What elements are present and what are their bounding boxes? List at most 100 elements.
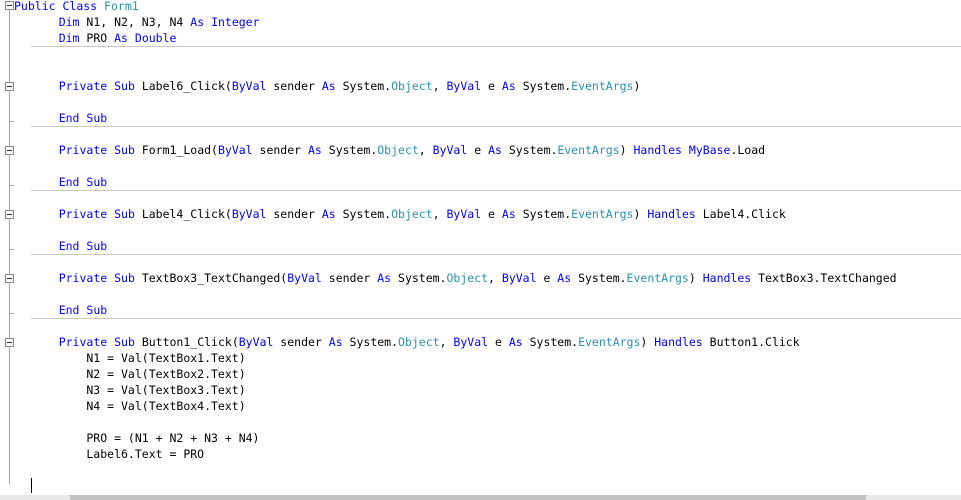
code-line-assign-n2[interactable]: N2 = Val(TextBox2.Text) (31, 366, 245, 382)
code-line-assign-pro[interactable]: PRO = (N1 + N2 + N3 + N4) (31, 430, 259, 446)
code-editor[interactable]: Public Class Form1 Dim N1, N2, N3, N4 As… (0, 0, 961, 500)
outline-rail (9, 8, 10, 484)
code-text: Label4_Click( (134, 207, 232, 221)
keyword: As (557, 271, 572, 285)
code-line-end-sub[interactable]: End Sub (31, 238, 108, 254)
keyword: As (321, 207, 336, 221)
code-line-dim-integers[interactable]: Dim N1, N2, N3, N4 As Integer (31, 14, 260, 30)
keyword: Public (14, 0, 56, 13)
code-text: ) (688, 271, 703, 285)
code-line-sub-button1-click[interactable]: Private Sub Button1_Click(ByVal sender A… (31, 334, 800, 350)
code-text: PRO (79, 31, 115, 45)
code-text: System. (571, 271, 627, 285)
keyword: As (377, 271, 392, 285)
code-text: N1, N2, N3, N4 (79, 15, 191, 29)
type-name: Object (446, 271, 489, 285)
keyword: Private (58, 335, 108, 349)
code-text: , (432, 79, 447, 93)
keyword: Sub (86, 111, 108, 125)
outline-end-tick (9, 249, 14, 250)
code-area[interactable]: Public Class Form1 Dim N1, N2, N3, N4 As… (14, 0, 961, 500)
code-text: Button1.Click (702, 335, 800, 349)
code-text: System. (321, 143, 378, 157)
keyword: Handles (647, 207, 696, 221)
code-line-sub-label4-click[interactable]: Private Sub Label4_Click(ByVal sender As… (31, 206, 786, 222)
code-text: sender (252, 143, 308, 157)
text-caret (31, 478, 32, 493)
keyword: Double (134, 31, 177, 45)
type-name: EventArgs (626, 271, 689, 285)
code-text: sender (266, 207, 322, 221)
keyword: Handles (654, 335, 703, 349)
code-line-sub-textbox3-textchanged[interactable]: Private Sub TextBox3_TextChanged(ByVal s… (31, 270, 897, 286)
keyword: Private (58, 271, 108, 285)
code-text: , (488, 271, 502, 285)
keyword: ByVal (238, 335, 274, 349)
keyword: Sub (86, 175, 108, 189)
code-line-class-decl[interactable]: Public Class Form1 (14, 0, 139, 14)
collapse-class-icon[interactable] (5, 1, 14, 10)
code-line-sub-label6-click[interactable]: Private Sub Label6_Click(ByVal sender As… (31, 78, 641, 94)
keyword: ByVal (231, 207, 267, 221)
code-text: ) (633, 207, 648, 221)
keyword: End (58, 175, 80, 189)
code-line-end-sub[interactable]: End Sub (31, 174, 108, 190)
keyword: ByVal (432, 143, 468, 157)
keyword: As (488, 143, 502, 157)
keyword: ByVal (501, 271, 537, 285)
code-line-end-sub[interactable]: End Sub (31, 302, 108, 318)
type-name: Object (391, 207, 433, 221)
horizontal-scrollbar-end (866, 495, 961, 500)
collapse-sub-form1-load-icon[interactable] (5, 146, 14, 155)
code-text: .Load (730, 143, 766, 157)
keyword: End (58, 303, 80, 317)
code-text: e (481, 207, 502, 221)
code-text: e (488, 335, 509, 349)
code-text: , (439, 335, 454, 349)
horizontal-scrollbar-thumb[interactable] (70, 495, 961, 500)
code-line-sub-form1-load[interactable]: Private Sub Form1_Load(ByVal sender As S… (31, 142, 765, 158)
code-text: Button1_Click( (134, 335, 239, 349)
code-line-end-sub[interactable]: End Sub (31, 110, 108, 126)
outline-margin (0, 0, 30, 500)
code-line-dim-double[interactable]: Dim PRO As Double (31, 30, 177, 46)
keyword: ByVal (231, 79, 267, 93)
code-text: sender (321, 271, 378, 285)
collapse-sub-button1-click-icon[interactable] (5, 338, 14, 347)
code-text: System. (515, 207, 572, 221)
keyword: As (308, 143, 322, 157)
keyword: Private (58, 207, 108, 221)
keyword: ByVal (287, 271, 322, 285)
code-line-assign-n1[interactable]: N1 = Val(TextBox1.Text) (31, 350, 245, 366)
keyword: As (190, 15, 205, 29)
keyword: Handles (633, 143, 682, 157)
collapse-sub-label4-click-icon[interactable] (5, 210, 14, 219)
code-line-assign-n3[interactable]: N3 = Val(TextBox3.Text) (31, 382, 245, 398)
outline-end-tick (9, 313, 14, 314)
keyword: End (58, 111, 80, 125)
type-name: EventArgs (571, 207, 634, 221)
collapse-sub-textbox3-textchanged-icon[interactable] (5, 274, 14, 283)
code-text: System. (522, 335, 579, 349)
keyword: Sub (114, 335, 135, 349)
type-name: Object (377, 143, 419, 157)
code-text: System. (391, 271, 447, 285)
collapse-sub-label6-click-icon[interactable] (5, 82, 14, 91)
code-text: TextBox3.TextChanged (751, 271, 897, 285)
code-line-assign-label6[interactable]: Label6.Text = PRO (31, 446, 204, 462)
code-text: TextBox3_TextChanged( (134, 271, 288, 285)
type-name: EventArgs (557, 143, 620, 157)
type-name: EventArgs (571, 79, 634, 93)
keyword: ByVal (446, 207, 482, 221)
keyword: Sub (86, 239, 108, 253)
code-line-assign-n4[interactable]: N4 = Val(TextBox4.Text) (31, 398, 245, 414)
code-text: System. (342, 335, 399, 349)
code-text: e (536, 271, 558, 285)
code-text: Label6_Click( (134, 79, 232, 93)
